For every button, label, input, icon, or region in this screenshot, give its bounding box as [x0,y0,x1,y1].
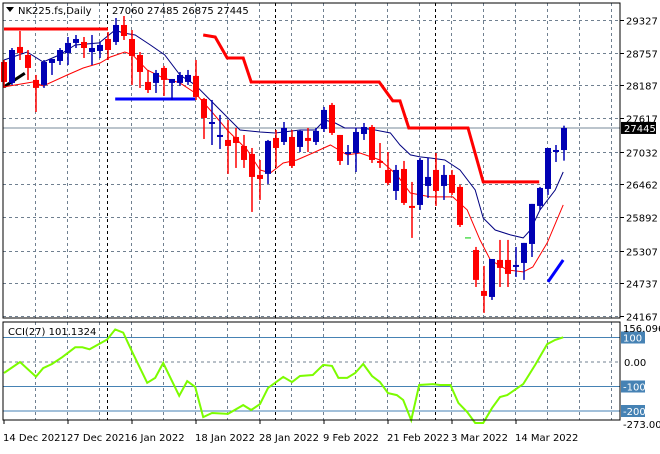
bull-candle [177,74,183,83]
bull-candle [49,59,55,63]
bear-candle [409,205,415,208]
time-tick-label: 27 Dec 2021 [67,433,131,444]
ohlc-readout: 27060 27485 26875 27445 [112,6,249,17]
price-tick-label: 24167 [626,313,658,324]
time-tick-label: 21 Feb 2022 [387,433,449,444]
bear-candle [257,174,263,179]
bull-candle [513,264,519,267]
bear-candle [457,186,463,225]
bull-candle [313,130,319,142]
bear-candle [505,259,511,274]
bear-candle [289,136,295,166]
bear-candle [337,134,343,161]
bull-candle [353,131,359,153]
bear-candle [377,160,383,163]
bear-candle [225,139,231,146]
bear-candle [369,126,375,160]
bull-candle [553,149,559,152]
bull-candle [521,242,527,263]
bear-candle [201,98,207,118]
current-price-label: 27445 [624,124,656,135]
bear-candle [329,104,335,133]
bear-candle [105,38,111,51]
bear-candle [497,259,503,268]
price-tick-label: 28757 [626,50,658,61]
bear-candle [1,61,7,82]
price-tick-label: 25892 [626,214,658,225]
bull-candle [281,127,287,142]
bull-candle [9,50,15,83]
bull-candle [97,44,103,51]
bear-candle [121,24,127,37]
bear-candle [481,290,487,296]
time-tick-label: 28 Jan 2022 [259,433,319,444]
bull-candle [73,38,79,43]
symbol-label: NK225.fs,Daily [18,6,92,17]
bull-candle [265,140,271,174]
cci-max-label: 156.0965 [623,324,660,335]
bear-candle [161,67,167,80]
bear-candle [81,41,87,48]
bull-candle [393,169,399,191]
bear-candle [449,174,455,193]
bull-candle [89,47,95,53]
bull-candle [113,24,119,42]
bull-candle [153,72,159,83]
cci-level-label: -200 [623,407,646,418]
cci-zero-label: 0.00 [624,358,646,369]
bull-candle [321,109,327,129]
cci-title: CCI(27) 101.1324 [8,327,96,338]
bull-candle [57,50,63,61]
time-tick-label: 18 Jan 2022 [195,433,255,444]
price-tick-label: 27032 [626,149,658,160]
bull-candle [217,134,223,137]
price-tick-label: 28187 [626,82,658,93]
bull-candle [345,151,351,154]
cci-level-label: 100 [623,334,642,345]
bear-candle [129,38,135,56]
bear-candle [385,169,391,183]
bull-candle [561,127,567,151]
bull-candle [545,147,551,189]
bull-candle [185,74,191,82]
price-tick-label: 24737 [626,280,658,291]
bear-candle [273,137,279,148]
cci-min-label: -273.0024 [623,420,660,431]
bull-candle [209,121,215,124]
bull-candle [425,176,431,186]
bull-candle [441,174,447,186]
time-tick-label: 6 Jan 2022 [131,433,185,444]
bull-candle [537,187,543,206]
cci-level-label: -100 [623,383,646,394]
price-tick-label: 29327 [626,17,658,28]
bear-candle [233,136,239,143]
bear-candle [473,249,479,280]
time-tick-label: 9 Feb 2022 [323,433,379,444]
bear-candle [249,153,255,177]
bull-candle [65,42,71,53]
bull-candle [417,159,423,205]
bear-candle [193,75,199,97]
time-tick-label: 14 Dec 2021 [3,433,67,444]
bear-candle [401,168,407,203]
bear-candle [433,169,439,191]
time-tick-label: 14 Mar 2022 [515,433,578,444]
price-tick-label: 25307 [626,248,658,259]
bear-candle [145,81,151,90]
bear-candle [137,54,143,72]
bull-candle [361,126,367,134]
price-tick-label: 26462 [626,181,658,192]
bull-candle [169,78,175,83]
bear-candle [305,137,311,141]
bull-candle [41,61,47,85]
bear-candle [241,145,247,160]
trading-chart[interactable]: 2932728757281872761727032264622589225307… [0,0,660,450]
bull-candle [297,130,303,147]
bull-candle [489,258,495,297]
bear-candle [17,46,23,53]
bear-candle [25,54,31,68]
bear-candle [33,79,39,88]
time-tick-label: 3 Mar 2022 [451,433,508,444]
bull-candle [529,203,535,244]
